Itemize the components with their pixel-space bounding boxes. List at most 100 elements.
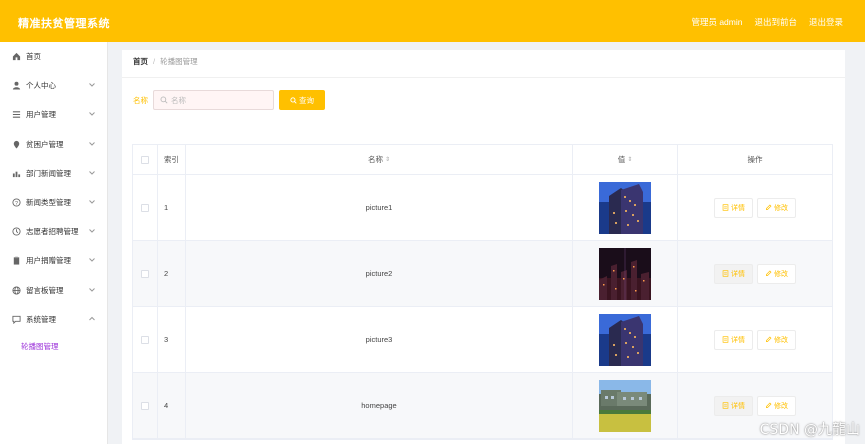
location-icon	[12, 140, 21, 149]
sidebar-item-label: 新闻类型管理	[26, 198, 71, 208]
header-name[interactable]: 名称 ⇕	[186, 145, 573, 174]
row-checkbox-cell	[133, 241, 158, 306]
row-checkbox[interactable]	[141, 401, 149, 410]
header-checkbox-cell	[133, 145, 158, 174]
chevron-down-icon	[89, 112, 95, 117]
sidebar-item-label: 志愿者招聘管理	[26, 227, 79, 237]
breadcrumb-current: 轮播图管理	[160, 57, 198, 66]
app-title: 精准扶贫管理系统	[18, 18, 110, 30]
sidebar-item-poor-household[interactable]: 贫困户管理	[0, 130, 107, 159]
select-all-checkbox[interactable]	[141, 155, 149, 164]
chevron-down-icon	[89, 258, 95, 263]
row-checkbox[interactable]	[141, 203, 149, 212]
search-button[interactable]: 查询	[279, 90, 325, 110]
row-checkbox[interactable]	[141, 269, 149, 278]
sidebar-item-volunteer[interactable]: 志愿者招聘管理	[0, 217, 107, 246]
detail-button[interactable]: 详情	[714, 197, 753, 218]
edit-icon	[766, 270, 772, 276]
globe-icon	[12, 286, 21, 295]
row-checkbox-cell	[133, 307, 158, 372]
sort-icon[interactable]: ⇕	[627, 156, 632, 163]
user-icon	[12, 81, 21, 90]
divider	[122, 77, 845, 78]
sidebar-item-message-board[interactable]: 留言板管理	[0, 276, 107, 305]
detail-label: 详情	[731, 204, 745, 212]
admin-label: 管理员 admin	[691, 17, 743, 27]
sidebar-item-news-type[interactable]: ? 新闻类型管理	[0, 188, 107, 217]
row-name: picture1	[186, 175, 573, 240]
row-value	[573, 373, 678, 438]
edit-icon	[766, 402, 772, 408]
search-input-wrapper[interactable]	[153, 90, 274, 110]
search-input[interactable]	[171, 95, 271, 105]
row-ops: 详情 修改	[678, 241, 832, 306]
search-icon	[160, 96, 168, 104]
edit-button[interactable]: 修改	[757, 329, 796, 350]
building-night-thumbnail[interactable]	[599, 313, 651, 366]
search-button-label: 查询	[299, 95, 314, 105]
help-icon: ?	[12, 198, 21, 207]
sidebar-item-dept-news[interactable]: 部门新闻管理	[0, 159, 107, 188]
sidebar-item-label: 首页	[26, 52, 41, 62]
edit-label: 修改	[774, 270, 788, 278]
clock-icon	[12, 227, 21, 236]
table-row: 1 picture1 详情 修改	[133, 175, 832, 241]
logout-link[interactable]: 退出登录	[809, 16, 843, 28]
detail-label: 详情	[731, 402, 745, 410]
data-table: 索引 名称 ⇕ 值 ⇕ 操作 1 picture1 详情 修改 2 pictur…	[132, 144, 833, 440]
chart-icon	[12, 169, 21, 178]
sort-icon[interactable]: ⇕	[385, 156, 390, 163]
breadcrumb-separator: /	[153, 57, 156, 66]
chevron-down-icon	[89, 229, 95, 233]
top-bar: 精准扶贫管理系统 管理员 admin 退出到前台 退出登录	[0, 0, 865, 42]
city-lights-thumbnail[interactable]	[599, 247, 651, 300]
header-index: 索引	[158, 145, 186, 174]
field-building-thumbnail[interactable]	[599, 379, 651, 432]
detail-button[interactable]: 详情	[714, 329, 753, 350]
document-icon	[722, 336, 729, 343]
edit-button[interactable]: 修改	[757, 395, 796, 416]
sidebar-item-label: 个人中心	[26, 81, 56, 91]
row-name: picture2	[186, 241, 573, 306]
building-night-thumbnail[interactable]	[599, 181, 651, 234]
sidebar-item-donation[interactable]: 用户捐赠管理	[0, 246, 107, 275]
sidebar-subitem-carousel[interactable]: 轮播图管理	[0, 334, 107, 360]
row-ops: 详情 修改	[678, 175, 832, 240]
row-value	[573, 175, 678, 240]
edit-icon	[766, 336, 772, 342]
table-row: 4 homepage 详情 修改	[133, 373, 832, 439]
edit-icon	[766, 204, 772, 210]
header-ops: 操作	[747, 155, 763, 164]
chevron-up-icon	[89, 316, 95, 321]
row-index: 3	[158, 307, 186, 372]
sidebar-item-label: 贫困户管理	[26, 139, 64, 149]
breadcrumb-home[interactable]: 首页	[133, 56, 148, 67]
edit-label: 修改	[774, 336, 788, 344]
detail-label: 详情	[731, 270, 745, 278]
sidebar-item-system[interactable]: 系统管理	[0, 305, 107, 334]
back-to-front-link[interactable]: 退出到前台	[754, 16, 797, 28]
sidebar-item-home[interactable]: 首页	[0, 42, 107, 71]
clipboard-icon	[12, 256, 21, 265]
sidebar-item-label: 用户捐赠管理	[26, 256, 71, 266]
row-name: picture3	[186, 307, 573, 372]
row-checkbox-cell	[133, 175, 158, 240]
svg-text:?: ?	[15, 201, 18, 207]
edit-button[interactable]: 修改	[757, 197, 796, 218]
chevron-down-icon	[89, 200, 95, 204]
top-right-menu: 管理员 admin 退出到前台 退出登录	[691, 16, 843, 28]
search-label: 名称	[133, 96, 148, 105]
header-value[interactable]: 值 ⇕	[573, 145, 678, 174]
sidebar-item-user-management[interactable]: 用户管理	[0, 100, 107, 129]
header-value-label: 值	[617, 155, 626, 164]
sidebar-item-label: 留言板管理	[26, 285, 64, 295]
search-icon	[290, 96, 297, 104]
document-icon	[722, 402, 729, 409]
detail-button[interactable]: 详情	[714, 263, 753, 284]
table-header-row: 索引 名称 ⇕ 值 ⇕ 操作	[133, 145, 832, 175]
row-value	[573, 241, 678, 306]
row-checkbox[interactable]	[141, 335, 149, 344]
edit-button[interactable]: 修改	[757, 263, 796, 284]
sidebar-item-personal-center[interactable]: 个人中心	[0, 71, 107, 100]
detail-button[interactable]: 详情	[714, 395, 753, 416]
